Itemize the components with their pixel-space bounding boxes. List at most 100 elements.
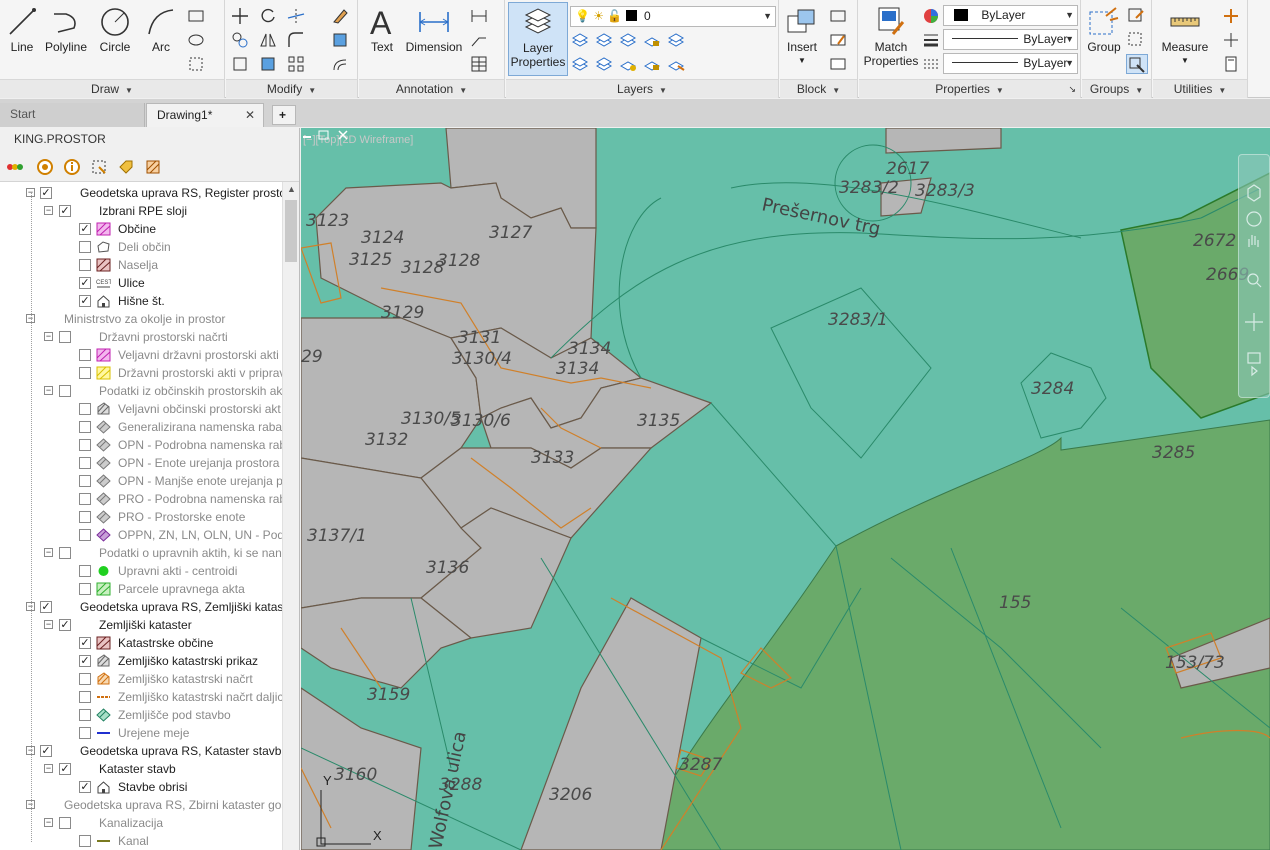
layer-tool-6[interactable] <box>570 54 592 74</box>
tree-row[interactable]: − Kanalizacija <box>0 814 282 832</box>
id-point-tool[interactable] <box>1221 30 1243 50</box>
tree-row[interactable]: ✓ Katastrske občine <box>0 634 282 652</box>
expand-toggle[interactable]: − <box>44 206 53 215</box>
block-attributes-tool[interactable] <box>828 54 850 74</box>
tree-row[interactable]: ✓ Občine <box>0 220 282 238</box>
layer-checkbox[interactable]: ✓ <box>59 763 71 775</box>
layer-checkbox[interactable] <box>59 817 71 829</box>
tree-row[interactable]: − ✓ Geodetska uprava RS, Register prostor <box>0 184 282 202</box>
tree-row[interactable]: ✓ Zemljiško katastrski prikaz <box>0 652 282 670</box>
tree-row[interactable]: − Državni prostorski načrti <box>0 328 282 346</box>
hatch-tool[interactable] <box>186 30 208 50</box>
layer-checkbox[interactable] <box>79 421 91 433</box>
scrollbar-thumb[interactable] <box>285 200 297 262</box>
tree-row[interactable]: Zemljišče pod stavbo <box>0 706 282 724</box>
circle-button[interactable]: Circle <box>92 2 138 76</box>
dimension-button[interactable]: Dimension <box>403 2 465 76</box>
table-tool[interactable] <box>469 54 491 74</box>
explode-tool[interactable] <box>330 30 352 50</box>
tree-row[interactable]: Generalizirana namenska raba p <box>0 418 282 436</box>
trim-tool[interactable] <box>286 6 308 26</box>
layer-checkbox[interactable]: ✓ <box>79 637 91 649</box>
tree-row[interactable]: OPN - Podrobna namenska rab <box>0 436 282 454</box>
properties-panel-title[interactable]: Properties ▼ ↘ <box>859 79 1080 98</box>
hatch-layer-icon[interactable] <box>144 158 162 176</box>
layer-tool-10[interactable] <box>666 54 688 74</box>
zoom-icon[interactable] <box>36 158 54 176</box>
fillet-tool[interactable] <box>286 30 308 50</box>
layer-checkbox[interactable] <box>79 457 91 469</box>
layer-checkbox[interactable] <box>79 367 91 379</box>
layer-checkbox[interactable] <box>79 691 91 703</box>
group-button[interactable]: Group <box>1084 2 1124 76</box>
rectangle-tool[interactable] <box>186 6 208 26</box>
tree-row[interactable]: − ✓ Izbrani RPE sloji <box>0 202 282 220</box>
tree-row[interactable]: PRO - Prostorske enote <box>0 508 282 526</box>
erase-tool[interactable] <box>330 6 352 26</box>
layer-checkbox[interactable]: ✓ <box>40 187 52 199</box>
tree-row[interactable]: OPPN, ZN, LN, OLN, UN - Podr <box>0 526 282 544</box>
group-selection-tool[interactable] <box>1126 54 1148 74</box>
layer-checkbox[interactable] <box>79 709 91 721</box>
tree-row[interactable]: − ✓ Geodetska uprava RS, Kataster stavb <box>0 742 282 760</box>
tree-row[interactable]: − ✓ Zemljiški kataster <box>0 616 282 634</box>
create-block-tool[interactable] <box>828 6 850 26</box>
mirror-tool[interactable] <box>258 30 280 50</box>
color-dropdown[interactable]: ByLayer ▼ <box>943 5 1078 26</box>
drawing-canvas[interactable]: 3123 3124 3125 3128 3128 3127 2617 3283/2 3283/3… <box>301 128 1270 850</box>
layer-tool-8[interactable] <box>618 54 640 74</box>
select-area-icon[interactable] <box>90 158 108 176</box>
new-tab-button[interactable]: + <box>272 105 296 125</box>
layer-tool-1[interactable] <box>570 30 592 50</box>
layer-checkbox[interactable]: ✓ <box>79 223 91 235</box>
tree-row[interactable]: Upravni akti - centroidi <box>0 562 282 580</box>
layer-checkbox[interactable] <box>79 673 91 685</box>
tab-drawing1[interactable]: Drawing1* ✕ <box>146 103 264 127</box>
array-tool[interactable] <box>286 54 308 74</box>
minimize-icon[interactable] <box>303 136 311 138</box>
layer-checkbox[interactable]: ✓ <box>79 295 91 307</box>
color-wheel-tool[interactable] <box>921 6 943 26</box>
layer-checkbox[interactable]: ✓ <box>59 205 71 217</box>
region-tool[interactable] <box>186 54 208 74</box>
annotation-panel-title[interactable]: Annotation ▼ <box>359 79 504 98</box>
layer-checkbox[interactable] <box>79 241 91 253</box>
insert-button[interactable]: Insert ▼ <box>782 2 822 76</box>
close-icon[interactable] <box>338 130 348 140</box>
layer-dropdown[interactable]: 💡 ☀ 🔓 0 ▼ <box>570 6 776 27</box>
layer-checkbox[interactable] <box>79 727 91 739</box>
layer-tool-7[interactable] <box>594 54 616 74</box>
layer-checkbox[interactable]: ✓ <box>79 277 91 289</box>
tree-row[interactable]: Parcele upravnega akta <box>0 580 282 598</box>
tree-row[interactable]: ✓ CEST Ulice <box>0 274 282 292</box>
layer-checkbox[interactable]: ✓ <box>59 619 71 631</box>
tree-row[interactable]: ✓ Stavbe obrisi <box>0 778 282 796</box>
stretch-tool[interactable] <box>230 54 252 74</box>
tree-row[interactable]: − Podatki iz občinskih prostorskih ak <box>0 382 282 400</box>
edit-block-tool[interactable] <box>828 30 850 50</box>
text-button[interactable]: A Text <box>361 2 403 76</box>
tree-row[interactable]: Zemljiško katastrski načrt daljic <box>0 688 282 706</box>
lineweight-dropdown[interactable]: ByLayer ▼ <box>943 53 1078 74</box>
tree-row[interactable]: Naselja <box>0 256 282 274</box>
scale-tool[interactable] <box>258 54 280 74</box>
lineweight-tool[interactable] <box>921 30 943 50</box>
linear-dimension-tool[interactable] <box>469 6 491 26</box>
layer-tool-5[interactable] <box>666 30 688 50</box>
modify-panel-title[interactable]: Modify ▼ <box>226 79 357 98</box>
layer-checkbox[interactable] <box>59 331 71 343</box>
tree-row[interactable]: OPN - Manjše enote urejanja p <box>0 472 282 490</box>
tree-row[interactable]: Veljavni državni prostorski akti <box>0 346 282 364</box>
block-panel-title[interactable]: Block ▼ <box>780 79 857 98</box>
expand-toggle[interactable]: − <box>44 620 53 629</box>
tree-row[interactable]: OPN - Enote urejanja prostora <box>0 454 282 472</box>
close-icon[interactable]: ✕ <box>245 104 255 126</box>
expand-toggle[interactable]: − <box>44 818 53 827</box>
polyline-button[interactable]: Polyline <box>42 2 90 76</box>
ungroup-tool[interactable] <box>1126 6 1148 26</box>
measure-button[interactable]: Measure ▼ <box>1157 2 1213 76</box>
navigation-bar[interactable] <box>1238 154 1270 398</box>
layer-checkbox[interactable] <box>79 439 91 451</box>
layer-checkbox[interactable] <box>79 511 91 523</box>
tab-start[interactable]: Start <box>0 103 145 127</box>
